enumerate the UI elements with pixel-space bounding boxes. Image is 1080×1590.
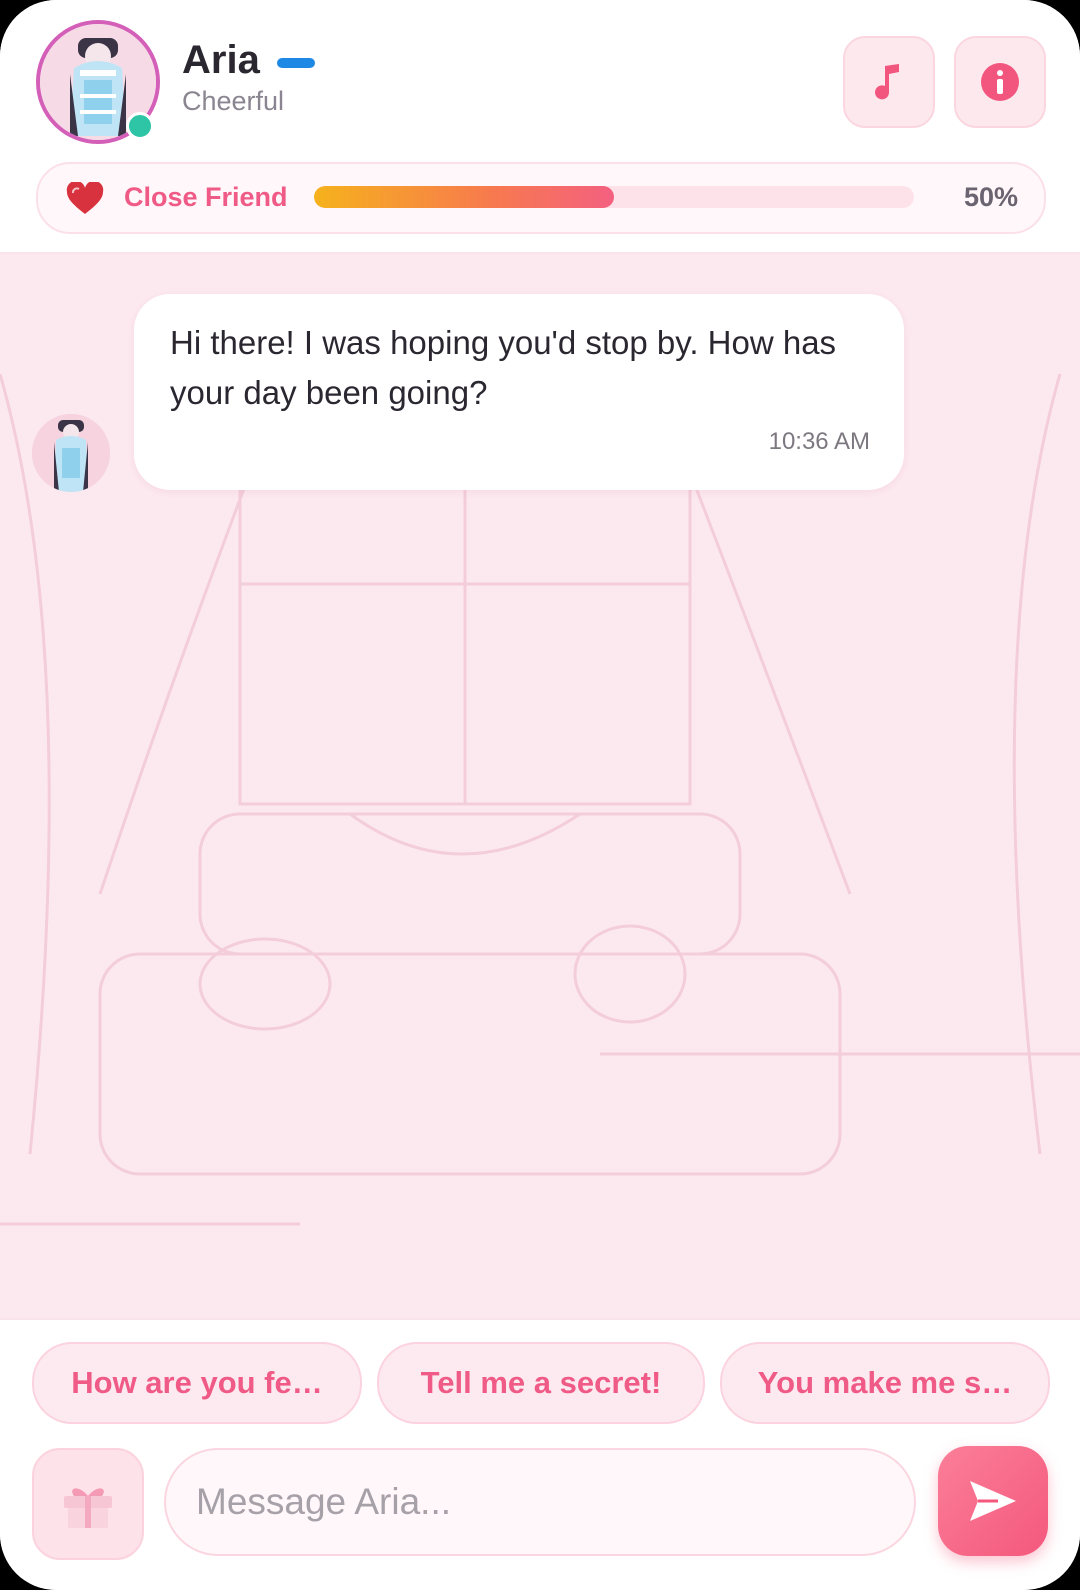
gift-icon (64, 1488, 112, 1528)
send-icon (970, 1481, 1016, 1521)
online-status-dot (126, 112, 154, 140)
info-button[interactable] (954, 36, 1046, 128)
chat-header: Aria Cheerful Close Friend 50% (0, 0, 1080, 254)
relationship-label: Close Friend (124, 182, 288, 212)
character-portrait-icon (32, 414, 110, 492)
send-button[interactable] (938, 1446, 1048, 1556)
gift-button[interactable] (32, 1448, 144, 1560)
quick-reply-chip[interactable]: Tell me a secret! (377, 1342, 705, 1424)
music-note-icon (875, 64, 899, 100)
message-bubble: Hi there! I was hoping you'd stop by. Ho… (134, 294, 904, 490)
info-icon (981, 63, 1019, 101)
relationship-progress-track (314, 186, 914, 208)
relationship-percent: 50% (963, 182, 1018, 212)
message-text: Hi there! I was hoping you'd stop by. Ho… (170, 324, 837, 411)
chat-screen: Aria Cheerful Close Friend 50% Hi there!… (0, 0, 1080, 1590)
relationship-progress-fill (314, 186, 614, 208)
message-input[interactable] (164, 1448, 916, 1556)
composer-area: How are you fe… Tell me a secret! You ma… (0, 1318, 1080, 1590)
message-avatar (32, 414, 110, 492)
quick-reply-chip[interactable]: How are you fe… (32, 1342, 362, 1424)
verified-badge-icon (277, 58, 315, 68)
music-button[interactable] (843, 36, 935, 128)
chat-area[interactable]: Hi there! I was hoping you'd stop by. Ho… (0, 254, 1080, 1318)
heart-icon (66, 182, 104, 214)
message-timestamp: 10:36 AM (768, 428, 870, 455)
relationship-bar: Close Friend 50% (36, 162, 1046, 234)
character-name: Aria (182, 38, 260, 82)
quick-reply-chip[interactable]: You make me s… (720, 1342, 1050, 1424)
character-mood: Cheerful (182, 86, 285, 116)
